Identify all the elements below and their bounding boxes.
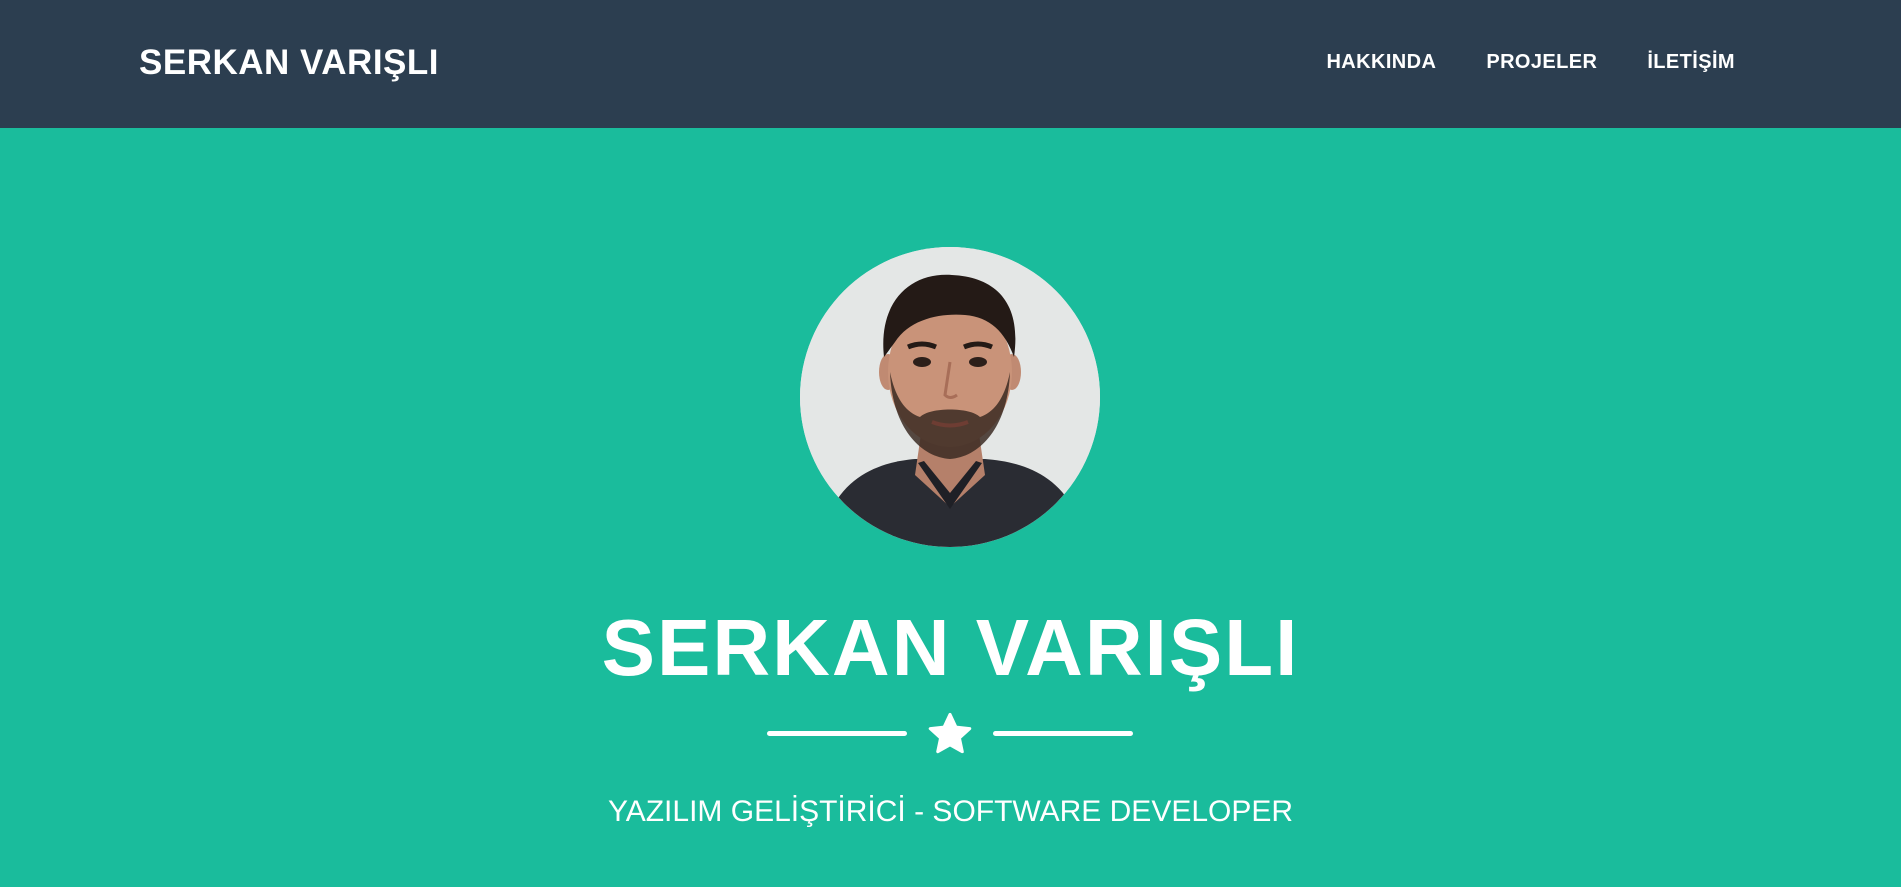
profile-photo [800,247,1100,547]
divider-line-left [767,731,907,736]
divider-line-right [993,731,1133,736]
star-divider [767,708,1133,758]
hero-section: SERKAN VARIŞLI YAZILIM GELİŞTİRİCİ - SOF… [0,128,1901,887]
nav-link-hakkinda[interactable]: HAKKINDA [1326,47,1436,77]
star-icon [928,712,972,754]
navbar: SERKAN VARIŞLI HAKKINDA PROJELER İLETİŞİ… [0,0,1901,128]
hero-subtitle: YAZILIM GELİŞTİRİCİ - SOFTWARE DEVELOPER [607,795,1294,828]
profile-avatar [800,247,1100,547]
nav-links: HAKKINDA PROJELER İLETİŞİM [1276,47,1735,77]
nav-link-projeler[interactable]: PROJELER [1486,47,1597,77]
brand-link[interactable]: SERKAN VARIŞLI [139,40,439,86]
hero-title: SERKAN VARIŞLI [601,603,1300,692]
nav-link-iletisim[interactable]: İLETİŞİM [1647,47,1735,77]
